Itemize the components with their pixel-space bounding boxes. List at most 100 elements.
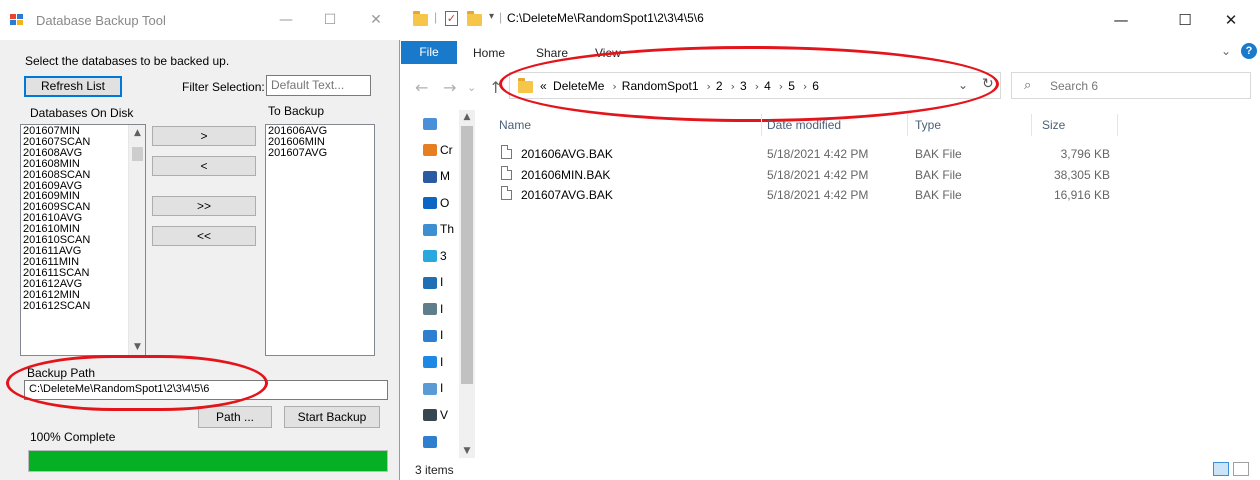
breadcrumb-item[interactable]: DeleteMe <box>553 79 604 93</box>
explorer-maximize-button[interactable]: ☐ <box>1165 8 1205 32</box>
disk-list-item[interactable]: 201608SCAN <box>23 169 143 181</box>
add-all-button[interactable]: >> <box>152 196 256 216</box>
nav-item[interactable]: O <box>423 196 473 216</box>
address-row: ← → ⌄ ↑ « DeleteMe › RandomSpot1 › 2 › 3 › 4 › 5 › 6… <box>401 64 1260 110</box>
file-row[interactable]: 201606AVG.BAK 5/18/2021 4:42 PM BAK File 3,… <box>497 144 1197 164</box>
disk-list-item[interactable]: 201612SCAN <box>23 300 143 312</box>
breadcrumb-chevron-icon[interactable]: › <box>707 80 711 93</box>
forward-arrow-icon[interactable]: → <box>443 78 456 97</box>
column-date-modified[interactable]: Date modified <box>767 118 841 132</box>
start-backup-button[interactable]: Start Backup <box>284 406 380 428</box>
customize-toolbar-icon[interactable]: ▾ <box>489 11 494 22</box>
column-size[interactable]: Size <box>1042 118 1065 132</box>
breadcrumb-item[interactable]: 3 <box>740 79 747 93</box>
databases-on-disk-header: Databases On Disk <box>30 106 134 120</box>
remove-selected-button[interactable]: < <box>152 156 256 176</box>
address-dropdown-icon[interactable]: ⌄ <box>958 78 968 92</box>
details-view-icon[interactable] <box>1213 462 1229 476</box>
refresh-list-button[interactable]: Refresh List <box>24 76 122 97</box>
column-name[interactable]: Name <box>499 118 531 132</box>
filter-input[interactable]: Default Text... <box>266 75 371 96</box>
maximize-button[interactable]: ☐ <box>314 8 346 32</box>
file-explorer-window: | ✓ ▾ | C:\DeleteMe\RandomSpot1\2\3\4\5\… <box>401 0 1260 480</box>
nav-item[interactable]: I <box>423 381 473 401</box>
disk-list-item[interactable]: 201608MIN <box>23 158 143 170</box>
minimize-button[interactable]: — <box>270 8 302 32</box>
breadcrumb-item[interactable]: 2 <box>716 79 723 93</box>
nav-item[interactable]: M <box>423 169 473 189</box>
file-row[interactable]: 201606MIN.BAK 5/18/2021 4:42 PM BAK File 38… <box>497 165 1197 185</box>
nav-item[interactable]: V <box>423 408 473 428</box>
nav-item[interactable]: Cr <box>423 143 473 163</box>
column-divider[interactable] <box>761 114 762 136</box>
column-type[interactable]: Type <box>915 118 941 132</box>
explorer-close-button[interactable]: ✕ <box>1211 8 1251 32</box>
explorer-minimize-button[interactable]: — <box>1101 8 1141 32</box>
disk-list-item[interactable]: 201612MIN <box>23 289 143 301</box>
breadcrumb-chevron-icon[interactable]: › <box>731 80 735 93</box>
navigation-pane[interactable]: ▲ ▼ Cr M O Th 3 I I I I I V <box>401 110 476 458</box>
breadcrumb-chevron-icon[interactable]: › <box>612 80 616 93</box>
nav-item[interactable]: I <box>423 275 473 295</box>
tab-share[interactable]: Share <box>536 46 568 60</box>
new-folder-quick-access-icon[interactable] <box>467 11 482 26</box>
close-button[interactable]: ✕ <box>360 8 392 32</box>
file-icon <box>501 165 512 180</box>
search-box[interactable]: ⌕ Search 6 <box>1011 72 1251 99</box>
up-arrow-icon[interactable]: ↑ <box>489 78 502 97</box>
path-browse-button[interactable]: Path ... <box>198 406 272 428</box>
tab-view[interactable]: View <box>595 46 621 60</box>
breadcrumb-item[interactable]: 4 <box>764 79 771 93</box>
backup-tool-titlebar[interactable]: Database Backup Tool — ☐ ✕ <box>0 0 400 40</box>
large-icons-view-icon[interactable] <box>1233 462 1249 476</box>
add-selected-button[interactable]: > <box>152 126 256 146</box>
tab-file[interactable]: File <box>401 41 457 64</box>
breadcrumb-chevron-icon[interactable]: › <box>779 80 783 93</box>
nav-item[interactable] <box>423 116 473 136</box>
breadcrumb-chevron-icon[interactable]: › <box>803 80 807 93</box>
scroll-down-icon[interactable]: ▼ <box>129 339 145 355</box>
address-bar[interactable]: « DeleteMe › RandomSpot1 › 2 › 3 › 4 › 5 › 6 ⌄ ↻ <box>509 72 1001 99</box>
nav-item-label: I <box>440 301 444 316</box>
disk-list-scroll-thumb[interactable] <box>132 147 143 161</box>
cloud-icon <box>423 197 437 210</box>
column-divider[interactable] <box>1031 114 1032 136</box>
office-icon <box>423 170 437 183</box>
databases-on-disk-list[interactable]: 201607MIN 201607SCAN 201608AVG 201608MIN 201… <box>20 124 146 356</box>
file-size: 38,305 KB <box>1053 167 1110 182</box>
column-divider[interactable] <box>1117 114 1118 136</box>
nav-item[interactable]: I <box>423 302 473 322</box>
backup-list-item[interactable]: 201607AVG <box>268 147 372 159</box>
tab-home[interactable]: Home <box>473 46 505 60</box>
nav-item-label: 3 <box>440 248 447 263</box>
backup-tool-window: Database Backup Tool — ☐ ✕ Select the da… <box>0 0 400 480</box>
back-arrow-icon[interactable]: ← <box>415 78 428 97</box>
properties-quick-access-icon[interactable]: ✓ <box>445 11 458 26</box>
breadcrumb-item[interactable]: RandomSpot1 <box>622 79 699 93</box>
nav-item[interactable] <box>423 434 473 454</box>
titlebar-divider-2: | <box>499 10 503 24</box>
expand-ribbon-icon[interactable]: ⌄ <box>1221 44 1231 58</box>
backup-path-input[interactable]: C:\DeleteMe\RandomSpot1\2\3\4\5\6 <box>24 380 388 400</box>
refresh-icon[interactable]: ↻ <box>982 76 994 92</box>
recent-locations-icon[interactable]: ⌄ <box>467 81 476 94</box>
file-row[interactable]: 201607AVG.BAK 5/18/2021 4:42 PM BAK File 16… <box>497 185 1197 205</box>
to-backup-list[interactable]: 201606AVG 201606MIN 201607AVG <box>265 124 375 356</box>
nav-item[interactable]: Th <box>423 222 473 242</box>
disk-list-scrollbar[interactable]: ▲ ▼ <box>128 125 145 355</box>
breadcrumb-item[interactable]: 6 <box>812 79 819 93</box>
column-divider[interactable] <box>907 114 908 136</box>
disk-list-item[interactable]: 201612AVG <box>23 278 143 290</box>
explorer-titlebar[interactable]: | ✓ ▾ | C:\DeleteMe\RandomSpot1\2\3\4\5\… <box>401 0 1260 38</box>
breadcrumb-item[interactable]: 5 <box>788 79 795 93</box>
nav-item[interactable]: I <box>423 355 473 375</box>
remove-all-button[interactable]: << <box>152 226 256 246</box>
backup-progress-bar <box>28 450 388 472</box>
help-icon[interactable]: ? <box>1241 43 1257 59</box>
scroll-up-icon[interactable]: ▲ <box>129 125 145 141</box>
nav-item[interactable]: I <box>423 328 473 348</box>
breadcrumb-chevron-icon[interactable]: › <box>755 80 759 93</box>
nav-item[interactable]: 3 <box>423 249 473 269</box>
breadcrumb-overflow[interactable]: « <box>540 79 547 93</box>
file-list[interactable]: Name Date modified Type Size 201606AVG.B… <box>487 110 1260 458</box>
